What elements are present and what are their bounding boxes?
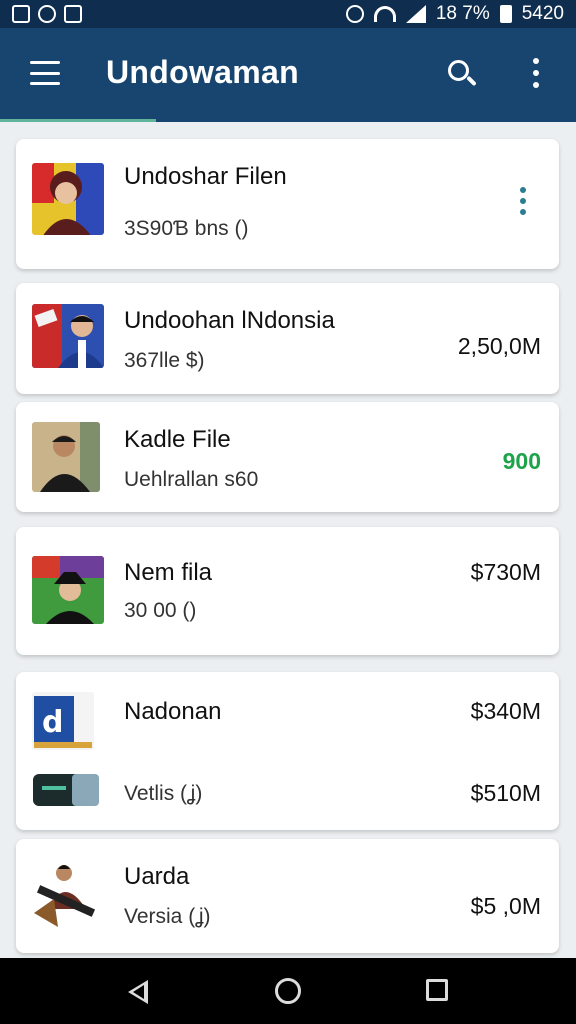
battery-percent: 18 7% bbox=[435, 3, 490, 24]
list-item[interactable]: Undoshar Filen 3S90Ɓ bns () bbox=[16, 139, 559, 269]
item-subtitle: 367lle $) bbox=[124, 349, 205, 372]
status-right: 18 7% 5420 bbox=[345, 3, 564, 25]
home-icon[interactable] bbox=[275, 978, 301, 1004]
item-subtitle: Versia (ʝ) bbox=[124, 905, 211, 928]
thumbnail bbox=[32, 422, 100, 492]
item-amount: $340M bbox=[470, 698, 541, 724]
thumbnail bbox=[32, 163, 104, 235]
svg-text:d: d bbox=[42, 705, 63, 740]
wifi-icon bbox=[373, 6, 396, 22]
item-more-icon[interactable] bbox=[519, 187, 527, 215]
list-item[interactable]: Kadle File Uehlrallan s60 900 bbox=[16, 402, 559, 512]
item-amount-secondary: $510M bbox=[470, 780, 541, 806]
item-subtitle: 30 00 () bbox=[124, 599, 197, 622]
status-left bbox=[12, 5, 82, 23]
item-amount: $5 ,0M bbox=[470, 893, 541, 919]
item-subtitle: Uehlrallan s60 bbox=[124, 468, 259, 491]
item-title: Kadle File bbox=[124, 426, 231, 453]
more-vert-icon[interactable] bbox=[530, 58, 542, 88]
app-bar: Undowaman bbox=[0, 28, 576, 122]
search-icon[interactable] bbox=[446, 58, 478, 90]
signal-icon bbox=[405, 5, 426, 23]
item-title: Undoohan lNdonsia bbox=[124, 307, 335, 334]
list-item[interactable]: Nem fila 30 00 () $730M bbox=[16, 527, 559, 655]
item-amount: 900 bbox=[502, 448, 541, 474]
clock: 5420 bbox=[521, 3, 564, 24]
item-title: Nem fila bbox=[124, 559, 213, 586]
item-title: Uarda bbox=[124, 863, 190, 890]
item-subtitle: 3S90Ɓ bns () bbox=[124, 217, 249, 240]
image-icon bbox=[64, 5, 82, 23]
notification-icon bbox=[12, 5, 30, 23]
list-item[interactable]: Uarda Versia (ʝ) $5 ,0M bbox=[16, 839, 559, 953]
app-title: Undowaman bbox=[106, 54, 299, 90]
list-item[interactable]: d Nadonan Vetlis (ʝ) $340M $510M bbox=[16, 672, 559, 830]
list-item[interactable]: Undoohan lNdonsia 367lle $) 2,50,0M bbox=[16, 283, 559, 394]
thumbnail: d bbox=[32, 692, 94, 750]
back-icon[interactable] bbox=[128, 980, 148, 1004]
status-bar: 18 7% 5420 bbox=[0, 0, 576, 28]
thumbnail bbox=[32, 556, 104, 624]
item-title: Nadonan bbox=[124, 698, 222, 725]
battery-icon bbox=[499, 5, 512, 23]
item-title: Undoshar Filen bbox=[124, 163, 287, 190]
item-amount: $730M bbox=[470, 559, 541, 585]
item-amount: 2,50,0M bbox=[457, 333, 541, 359]
navigation-bar bbox=[0, 958, 576, 1024]
vibrate-icon bbox=[345, 5, 364, 23]
tab-indicator bbox=[0, 119, 156, 122]
recents-icon[interactable] bbox=[426, 979, 448, 1001]
menu-icon[interactable] bbox=[30, 61, 60, 85]
thumbnail bbox=[32, 304, 104, 368]
item-subtitle: Vetlis (ʝ) bbox=[124, 782, 203, 805]
sync-icon bbox=[38, 5, 56, 23]
thumbnail bbox=[32, 772, 100, 808]
thumbnail bbox=[32, 857, 108, 929]
